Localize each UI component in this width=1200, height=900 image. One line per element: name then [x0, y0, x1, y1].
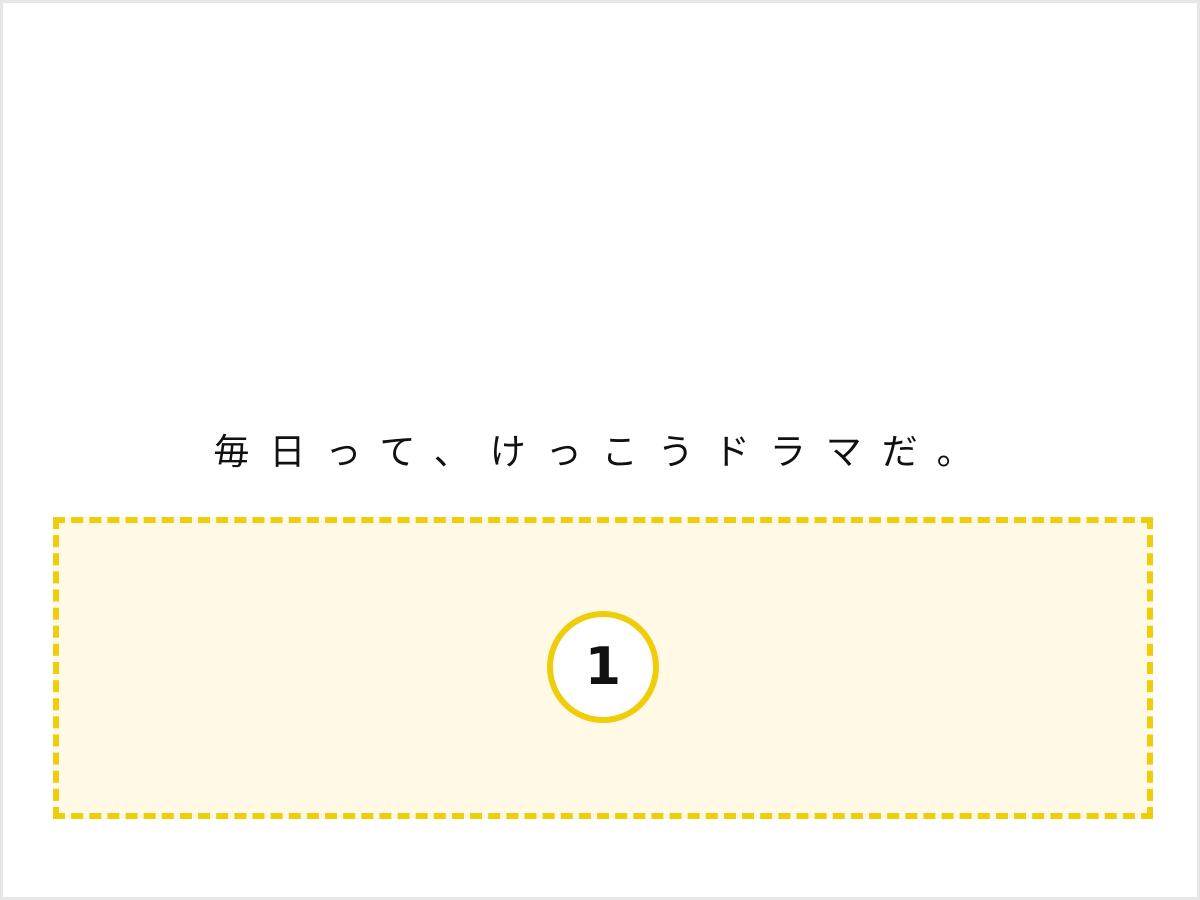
step-number-badge: 1: [547, 611, 659, 723]
headline-text: 毎日って、けっこうドラマだ。: [213, 432, 993, 473]
page-frame: 毎日って、けっこうドラマだ。 1: [0, 0, 1200, 900]
